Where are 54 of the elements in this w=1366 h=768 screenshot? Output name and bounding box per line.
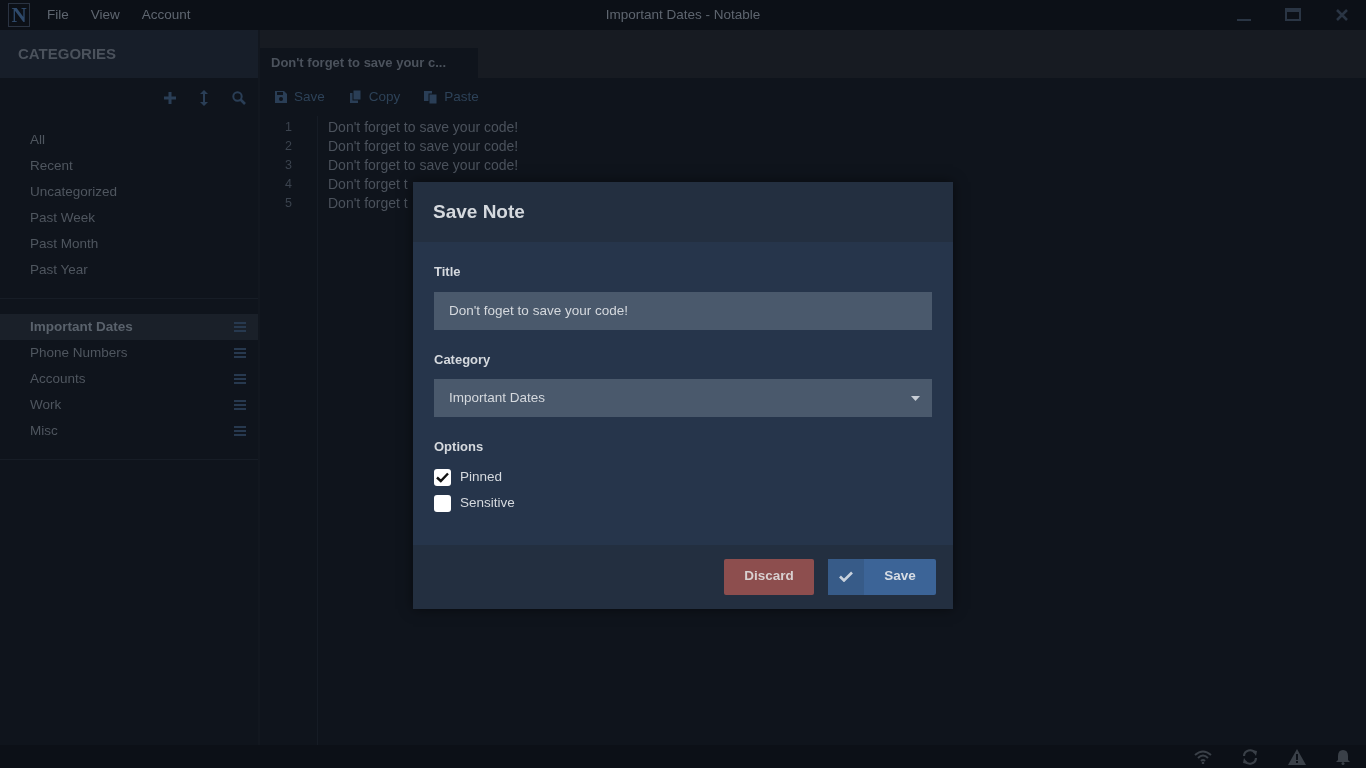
- category-select[interactable]: Important Dates: [434, 379, 932, 417]
- check-icon: [839, 571, 853, 582]
- discard-button[interactable]: Discard: [724, 558, 814, 595]
- copy-icon: [348, 90, 363, 104]
- add-icon[interactable]: [164, 92, 176, 104]
- menu-item[interactable]: File: [36, 0, 80, 30]
- field-label: Category: [434, 350, 492, 369]
- title-input[interactable]: Don't foget to save your code!: [434, 291, 932, 330]
- option-label: Pinned: [460, 468, 503, 487]
- save-icon: [274, 90, 288, 104]
- menu-icon[interactable]: [234, 426, 246, 436]
- bell-icon[interactable]: [1336, 748, 1350, 765]
- field-label: Options: [434, 438, 485, 456]
- category-label: Important Dates: [30, 317, 134, 336]
- menu-icon[interactable]: [234, 374, 246, 384]
- wifi-icon[interactable]: [1194, 749, 1212, 764]
- code-line: Don't forget t: [328, 176, 408, 192]
- code-line: Don't forget t: [328, 195, 408, 211]
- dialog-title: Save Note: [413, 182, 953, 242]
- category-label: Misc: [30, 421, 59, 440]
- category-label: Phone Numbers: [30, 343, 129, 362]
- sidebar-item[interactable]: Past Year: [0, 257, 258, 283]
- sidebar-item[interactable]: Past Month: [0, 231, 258, 257]
- toolbar-button[interactable]: Paste: [412, 78, 491, 116]
- category-label: Accounts: [30, 369, 87, 388]
- checkbox[interactable]: [434, 495, 451, 512]
- toolbar-button[interactable]: Copy: [336, 78, 413, 116]
- checkbox[interactable]: [434, 469, 451, 486]
- search-icon[interactable]: [232, 91, 246, 105]
- sync-icon[interactable]: [1242, 748, 1258, 765]
- sidebar-item[interactable]: Past Week: [0, 205, 258, 231]
- menu-item[interactable]: View: [79, 0, 131, 30]
- menu-item[interactable]: Account: [130, 0, 202, 30]
- option-label: Sensitive: [460, 494, 515, 513]
- menu-icon[interactable]: [234, 322, 246, 332]
- menu-icon[interactable]: [234, 400, 246, 410]
- sidebar-item[interactable]: Uncategorized: [0, 179, 258, 205]
- sidebar-item[interactable]: All: [0, 127, 258, 153]
- code-line: Don't forget to save your code!: [328, 119, 519, 135]
- sort-icon[interactable]: [200, 90, 208, 106]
- caret-icon: [911, 395, 920, 401]
- window-title: Important Dates - Notable: [605, 6, 761, 24]
- note-tab[interactable]: Don't forget to save your c...: [260, 48, 478, 78]
- menu-icon[interactable]: [234, 348, 246, 358]
- field-label: Title: [434, 263, 462, 281]
- code-line: Don't forget to save your code!: [328, 157, 519, 173]
- toolbar-button[interactable]: Save: [262, 78, 337, 116]
- paste-icon: [424, 90, 439, 104]
- code-line: Don't forget to save your code!: [328, 138, 519, 154]
- app-logo: N: [8, 3, 30, 27]
- warning-icon[interactable]: [1288, 748, 1306, 765]
- sidebar-item[interactable]: Recent: [0, 153, 258, 179]
- save-button[interactable]: Save: [828, 558, 936, 595]
- category-label: Work: [30, 395, 63, 414]
